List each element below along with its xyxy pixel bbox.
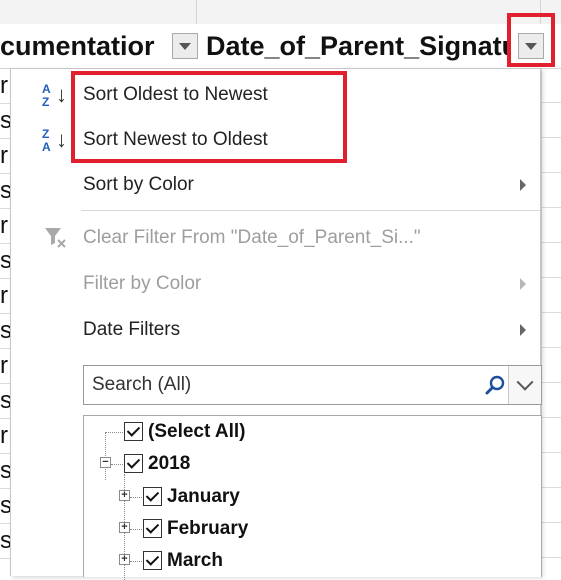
table-header-row: cumentatior Date_of_Parent_Signatur bbox=[0, 24, 561, 69]
cell-fragment: r bbox=[0, 68, 10, 104]
grid-cell bbox=[541, 208, 561, 243]
grid-cell bbox=[541, 103, 561, 138]
checkbox-select-all[interactable] bbox=[124, 422, 143, 441]
grid-cell bbox=[541, 348, 561, 383]
expand-icon[interactable]: + bbox=[119, 522, 130, 533]
cell-fragment: s bbox=[0, 243, 10, 279]
sort-ascending-icon: A Z ↓ bbox=[42, 79, 74, 111]
filter-dropdown-menu: A Z ↓ Sort Oldest to Newest Z A ↓ Sort N… bbox=[10, 68, 542, 580]
menu-item-label: Sort by Color bbox=[83, 174, 194, 195]
grid-cell bbox=[541, 138, 561, 173]
menu-separator bbox=[81, 210, 540, 211]
checkbox-month[interactable] bbox=[143, 519, 162, 538]
cell-fragment: s bbox=[0, 523, 10, 559]
cell-fragment: s bbox=[0, 173, 10, 209]
grid-cell bbox=[541, 523, 561, 558]
column-letter-strip bbox=[0, 0, 561, 25]
sort-icon-letter: Z bbox=[42, 95, 50, 109]
submenu-arrow-icon bbox=[520, 324, 526, 336]
checkbox-month[interactable] bbox=[143, 551, 162, 570]
tree-item-year[interactable]: − 2018 bbox=[84, 448, 541, 480]
column-divider bbox=[196, 0, 197, 24]
tree-item-label: 2018 bbox=[148, 453, 191, 474]
menu-item-label: Filter by Color bbox=[83, 273, 202, 294]
clear-filter-icon bbox=[45, 228, 66, 248]
column-header-date-of-parent-signature: Date_of_Parent_Signatur bbox=[206, 31, 508, 61]
grid-cell bbox=[541, 243, 561, 278]
menu-item-label: Clear Filter From "Date_of_Parent_Si..." bbox=[83, 227, 421, 248]
grid-cell bbox=[541, 313, 561, 348]
expand-icon[interactable]: + bbox=[119, 490, 130, 501]
cell-fragment: r bbox=[0, 208, 10, 244]
submenu-arrow-icon bbox=[520, 179, 526, 191]
search-input[interactable]: Search (All) bbox=[92, 366, 191, 404]
tree-item-label: March bbox=[167, 550, 223, 571]
cell-fragment: s bbox=[0, 313, 10, 349]
cell-fragment: s bbox=[0, 383, 10, 419]
search-dropdown-button[interactable] bbox=[508, 366, 541, 404]
arrow-down-icon: ↓ bbox=[56, 127, 67, 152]
cell-fragment: r bbox=[0, 418, 10, 454]
cell-fragment: r bbox=[0, 348, 10, 384]
sort-icon-letter: A bbox=[42, 140, 51, 154]
checkbox-month[interactable] bbox=[143, 487, 162, 506]
grid-cell bbox=[541, 488, 561, 523]
tree-item-month[interactable]: + March bbox=[84, 545, 541, 577]
cell-fragment: r bbox=[0, 278, 10, 314]
submenu-arrow-icon bbox=[520, 278, 526, 290]
collapse-icon[interactable]: − bbox=[100, 457, 111, 468]
grid-cell bbox=[541, 278, 561, 313]
clear-filter-item[interactable]: Clear Filter From "Date_of_Parent_Si..." bbox=[11, 214, 540, 262]
checkbox-year[interactable] bbox=[124, 454, 143, 473]
column-header-documentation: cumentatior bbox=[0, 31, 155, 61]
menu-item-label: Date Filters bbox=[83, 319, 181, 340]
arrow-down-icon: ↓ bbox=[56, 82, 67, 107]
cell-fragment: s bbox=[0, 453, 10, 489]
sort-descending-icon: Z A ↓ bbox=[42, 124, 74, 156]
chevron-down-icon bbox=[179, 42, 191, 50]
filter-search-box[interactable]: Search (All) bbox=[83, 365, 542, 405]
cell-fragment: s bbox=[0, 488, 10, 524]
filter-value-tree: (Select All) − 2018 + January + February… bbox=[83, 415, 542, 580]
filter-dropdown-button-documentation[interactable] bbox=[172, 33, 198, 59]
grid-cell bbox=[541, 383, 561, 418]
grid-cell bbox=[541, 68, 561, 103]
tree-item-month[interactable]: + February bbox=[84, 513, 541, 545]
cell-fragment: r bbox=[0, 138, 10, 174]
filter-by-color-item[interactable]: Filter by Color bbox=[11, 260, 540, 308]
tree-item-month[interactable]: + January bbox=[84, 481, 541, 513]
sort-icon-letter: A bbox=[42, 82, 51, 96]
tree-item-label: February bbox=[167, 518, 249, 539]
sort-by-color-item[interactable]: Sort by Color bbox=[11, 161, 540, 209]
date-filters-item[interactable]: Date Filters bbox=[11, 306, 540, 354]
search-icon[interactable] bbox=[484, 374, 506, 396]
tree-item-label: January bbox=[167, 486, 240, 507]
grid-cell bbox=[541, 173, 561, 208]
highlight-box-filter-button bbox=[507, 13, 555, 67]
tree-item-label: (Select All) bbox=[148, 421, 246, 442]
grid-cell bbox=[541, 418, 561, 453]
chevron-down-icon bbox=[516, 373, 534, 391]
expand-icon[interactable]: + bbox=[119, 554, 130, 565]
tree-item-select-all[interactable]: (Select All) bbox=[84, 416, 541, 448]
grid-cell bbox=[541, 453, 561, 488]
sort-icon-letter: Z bbox=[42, 127, 50, 141]
cell-fragment: s bbox=[0, 103, 10, 139]
highlight-box-sort-options bbox=[71, 71, 347, 163]
